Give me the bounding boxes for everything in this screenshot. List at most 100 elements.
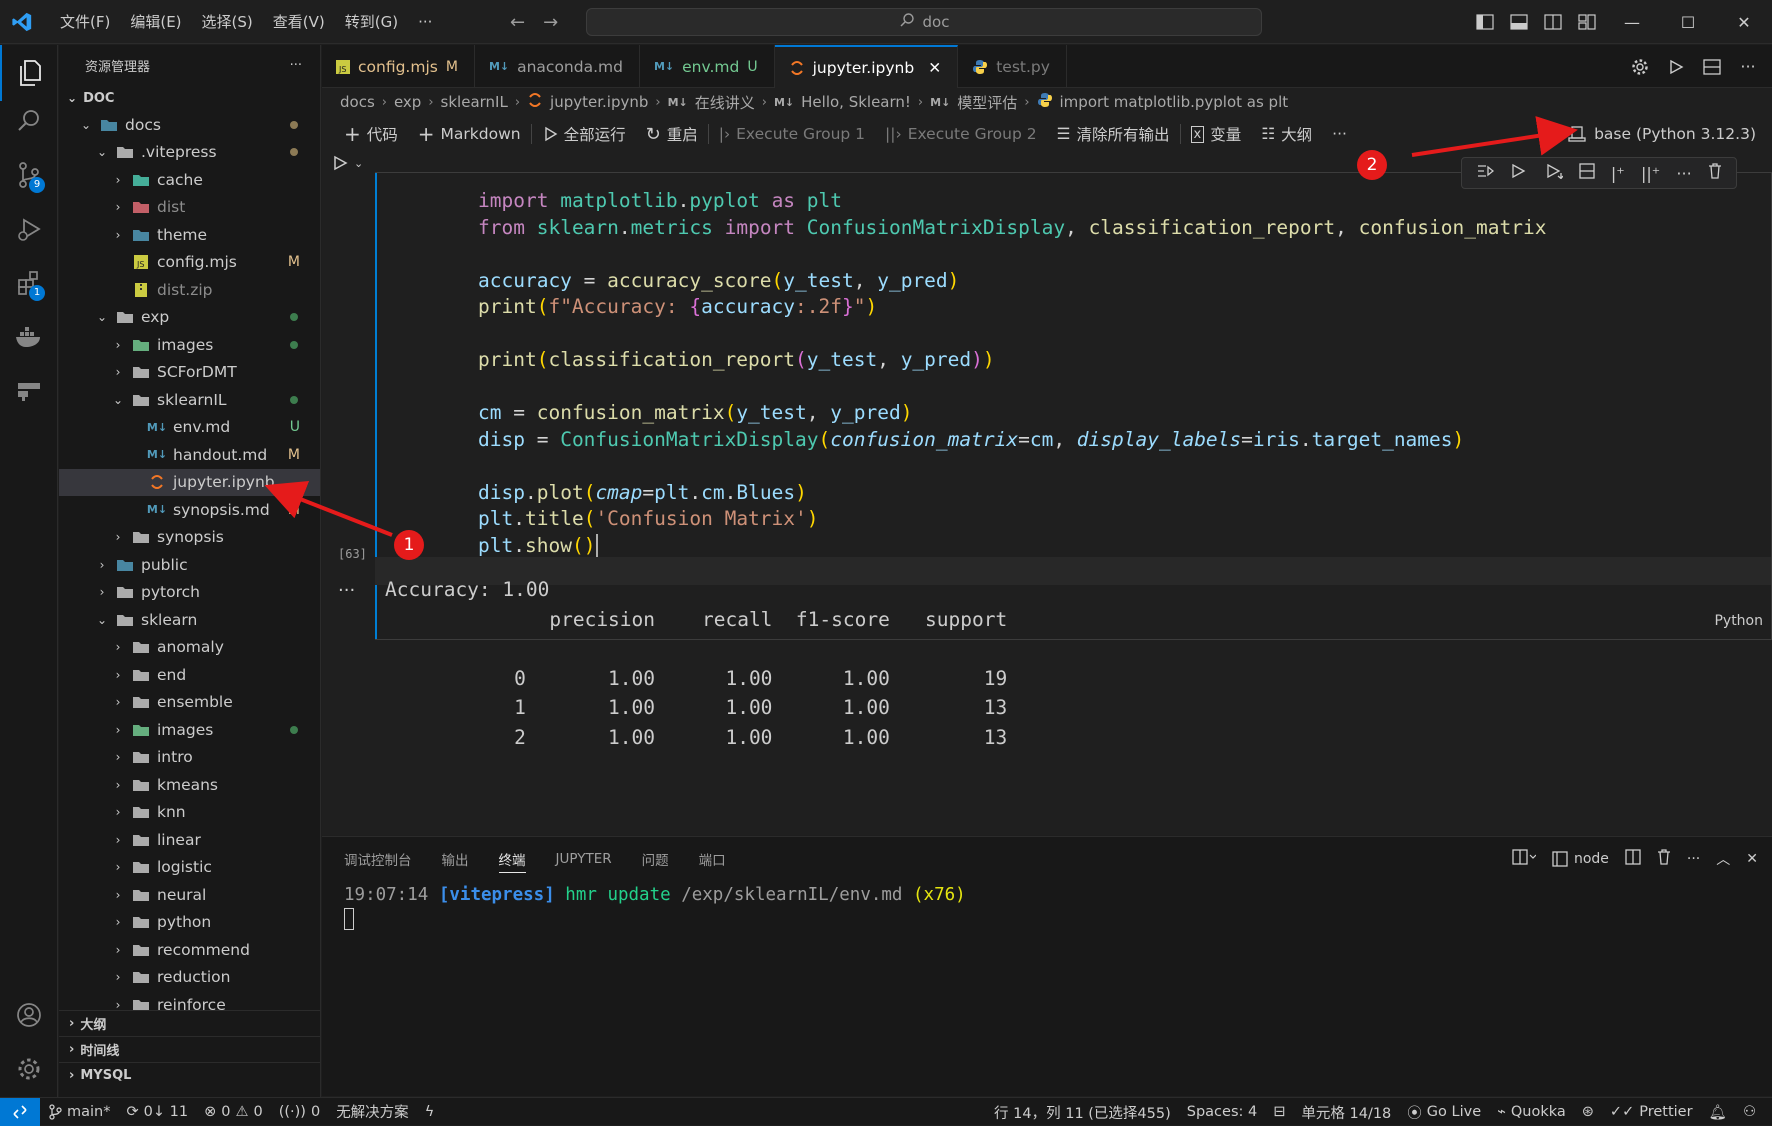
close-window-icon[interactable]: ✕	[1716, 0, 1772, 44]
folder-item[interactable]: › neural	[59, 881, 320, 909]
folder-item[interactable]: › SCForDMT	[59, 359, 320, 387]
execute-below-icon[interactable]	[1545, 163, 1564, 183]
folder-item[interactable]: › anomaly	[59, 634, 320, 662]
folder-item[interactable]: › dist	[59, 194, 320, 222]
folder-item[interactable]: › reduction	[59, 964, 320, 992]
toolbar-more-button[interactable]: ···	[1322, 120, 1357, 148]
maximize-icon[interactable]: ☐	[1660, 0, 1716, 44]
breadcrumb-item[interactable]: exp	[394, 93, 421, 111]
menu-item[interactable]: 编辑(E)	[120, 0, 191, 44]
panel-tab[interactable]: 输出	[442, 845, 469, 873]
outline-button[interactable]: ☷ 大纲	[1251, 120, 1322, 148]
notifications-bell-icon[interactable]: 🔔︎	[1701, 1104, 1735, 1121]
problems-status[interactable]: ⊗ 0 ⚠ 0	[196, 1104, 271, 1120]
folder-item[interactable]: › ensemble	[59, 689, 320, 717]
file-item[interactable]: M↓ handout.md M	[59, 441, 320, 469]
explorer-more-icon[interactable]: ···	[290, 58, 302, 73]
panel-tab[interactable]: 问题	[642, 845, 669, 873]
folder-item[interactable]: › knn	[59, 799, 320, 827]
split-editor-icon[interactable]	[1696, 51, 1728, 83]
file-item[interactable]: JS config.mjs M	[59, 249, 320, 277]
split-terminal-dropdown[interactable]	[1512, 849, 1537, 869]
indentation[interactable]: Spaces: 4	[1179, 1104, 1265, 1120]
file-item[interactable]: dist.zip	[59, 276, 320, 304]
folder-item[interactable]: › kmeans	[59, 771, 320, 799]
editor-tab[interactable]: test.py	[958, 45, 1067, 88]
folder-item[interactable]: › recommend	[59, 936, 320, 964]
panel-tab[interactable]: 调试控制台	[344, 845, 412, 873]
accounts-icon[interactable]	[0, 987, 58, 1043]
panel-tab[interactable]: 终端	[498, 845, 526, 873]
file-item[interactable]: jupyter.ipynb	[59, 468, 320, 496]
breadcrumb-item[interactable]: import matplotlib.pyplot as plt	[1060, 93, 1289, 111]
remote-explorer-status-icon[interactable]: ⊟	[1265, 1104, 1293, 1120]
folder-item[interactable]: › images	[59, 716, 320, 744]
folder-item[interactable]: › synopsis	[59, 524, 320, 552]
folder-item[interactable]: › intro	[59, 744, 320, 772]
folder-item[interactable]: ⌄ docs	[59, 111, 320, 139]
code-editor[interactable]: import matplotlib.pyplot as plt from skl…	[478, 188, 1546, 559]
menu-item[interactable]: 选择(S)	[192, 0, 263, 44]
forward-icon[interactable]: →	[543, 12, 558, 33]
search-view-icon[interactable]	[0, 93, 58, 149]
split-panel-icon[interactable]	[1625, 849, 1641, 869]
accounts-status-icon[interactable]: ⚇	[1735, 1104, 1764, 1120]
code-cell[interactable]: |⁺ ||⁺ ··· import matplotlib.pyplot as p…	[375, 157, 1772, 640]
copilot-icon[interactable]: ⊛	[1574, 1104, 1602, 1120]
prettier-button[interactable]: ✓✓ Prettier	[1602, 1104, 1701, 1120]
kill-terminal-icon[interactable]	[1657, 849, 1671, 869]
lightning-icon[interactable]: ϟ	[417, 1104, 443, 1120]
sync-status[interactable]: ⟳ 0↓ 11	[118, 1104, 196, 1120]
go-live-button[interactable]: ⦿ Go Live	[1399, 1102, 1489, 1123]
terminal-selector[interactable]: node	[1552, 851, 1609, 867]
folder-item[interactable]: › theme	[59, 221, 320, 249]
run-icon[interactable]	[1660, 51, 1692, 83]
cell-language-label[interactable]: Python	[1714, 613, 1763, 629]
close-tab-icon[interactable]: ✕	[928, 59, 941, 77]
docker-icon[interactable]	[0, 309, 58, 365]
remote-indicator[interactable]	[0, 1097, 40, 1126]
execute-group-cell-icon[interactable]: ||⁺	[1641, 164, 1660, 183]
run-debug-icon[interactable]	[0, 201, 58, 257]
ports-status[interactable]: ((·)) 0	[271, 1104, 328, 1120]
outline-section[interactable]: › 大纲	[59, 1010, 320, 1036]
run-all-button[interactable]: 全部运行	[532, 120, 636, 148]
settings-gear-icon[interactable]	[1624, 51, 1656, 83]
panel-tab[interactable]: 端口	[699, 845, 726, 873]
folder-item[interactable]: › end	[59, 661, 320, 689]
more-actions-icon[interactable]: ···	[1732, 51, 1764, 83]
execute-group-2-button[interactable]: ||› Execute Group 2	[875, 120, 1047, 148]
toggle-panel-icon[interactable]	[1502, 0, 1536, 44]
menu-item[interactable]: 查看(V)	[263, 0, 335, 44]
folder-item[interactable]: › logistic	[59, 854, 320, 882]
extensions-icon[interactable]: 1	[0, 255, 58, 311]
cursor-position[interactable]: 行 14，列 11 (已选择455)	[986, 1102, 1179, 1123]
menu-item[interactable]: 文件(F)	[50, 0, 120, 44]
remote-explorer-icon[interactable]	[0, 363, 58, 419]
kernel-picker[interactable]: base (Python 3.12.3)	[1568, 116, 1756, 152]
panel-more-icon[interactable]: ···	[1687, 851, 1700, 867]
add-markdown-cell-button[interactable]: + Markdown	[408, 120, 531, 148]
run-cell-button[interactable]: ⌄	[332, 155, 363, 171]
back-icon[interactable]: ←	[510, 12, 525, 33]
folder-item[interactable]: › pytorch	[59, 579, 320, 607]
branch-status[interactable]: main*	[40, 1104, 118, 1120]
panel-tab[interactable]: JUPYTER	[556, 845, 612, 873]
timeline-section[interactable]: › 时间线	[59, 1036, 320, 1062]
breadcrumb-item[interactable]: sklearnIL	[441, 93, 508, 111]
folder-item[interactable]: › images	[59, 331, 320, 359]
delete-cell-icon[interactable]	[1708, 163, 1722, 183]
folder-item[interactable]: ⌄ .vitepress	[59, 139, 320, 167]
folder-item[interactable]: ⌄ exp	[59, 304, 320, 332]
clear-outputs-button[interactable]: ☰ 清除所有输出	[1047, 120, 1180, 148]
run-by-line-icon[interactable]	[1476, 163, 1495, 183]
customize-layout-icon[interactable]	[1570, 0, 1604, 44]
add-code-cell-button[interactable]: + 代码	[334, 120, 408, 148]
editor-tab[interactable]: M↓ anaconda.md	[475, 45, 640, 88]
breadcrumb-item[interactable]: docs	[340, 93, 375, 111]
folder-item[interactable]: ⌄ sklearn	[59, 606, 320, 634]
workspace-root[interactable]: ⌄ DOC	[59, 85, 320, 111]
maximize-panel-icon[interactable]: ︿	[1716, 849, 1730, 869]
close-panel-icon[interactable]: ✕	[1746, 851, 1758, 867]
editor-tab[interactable]: jupyter.ipynb ✕	[774, 45, 959, 88]
